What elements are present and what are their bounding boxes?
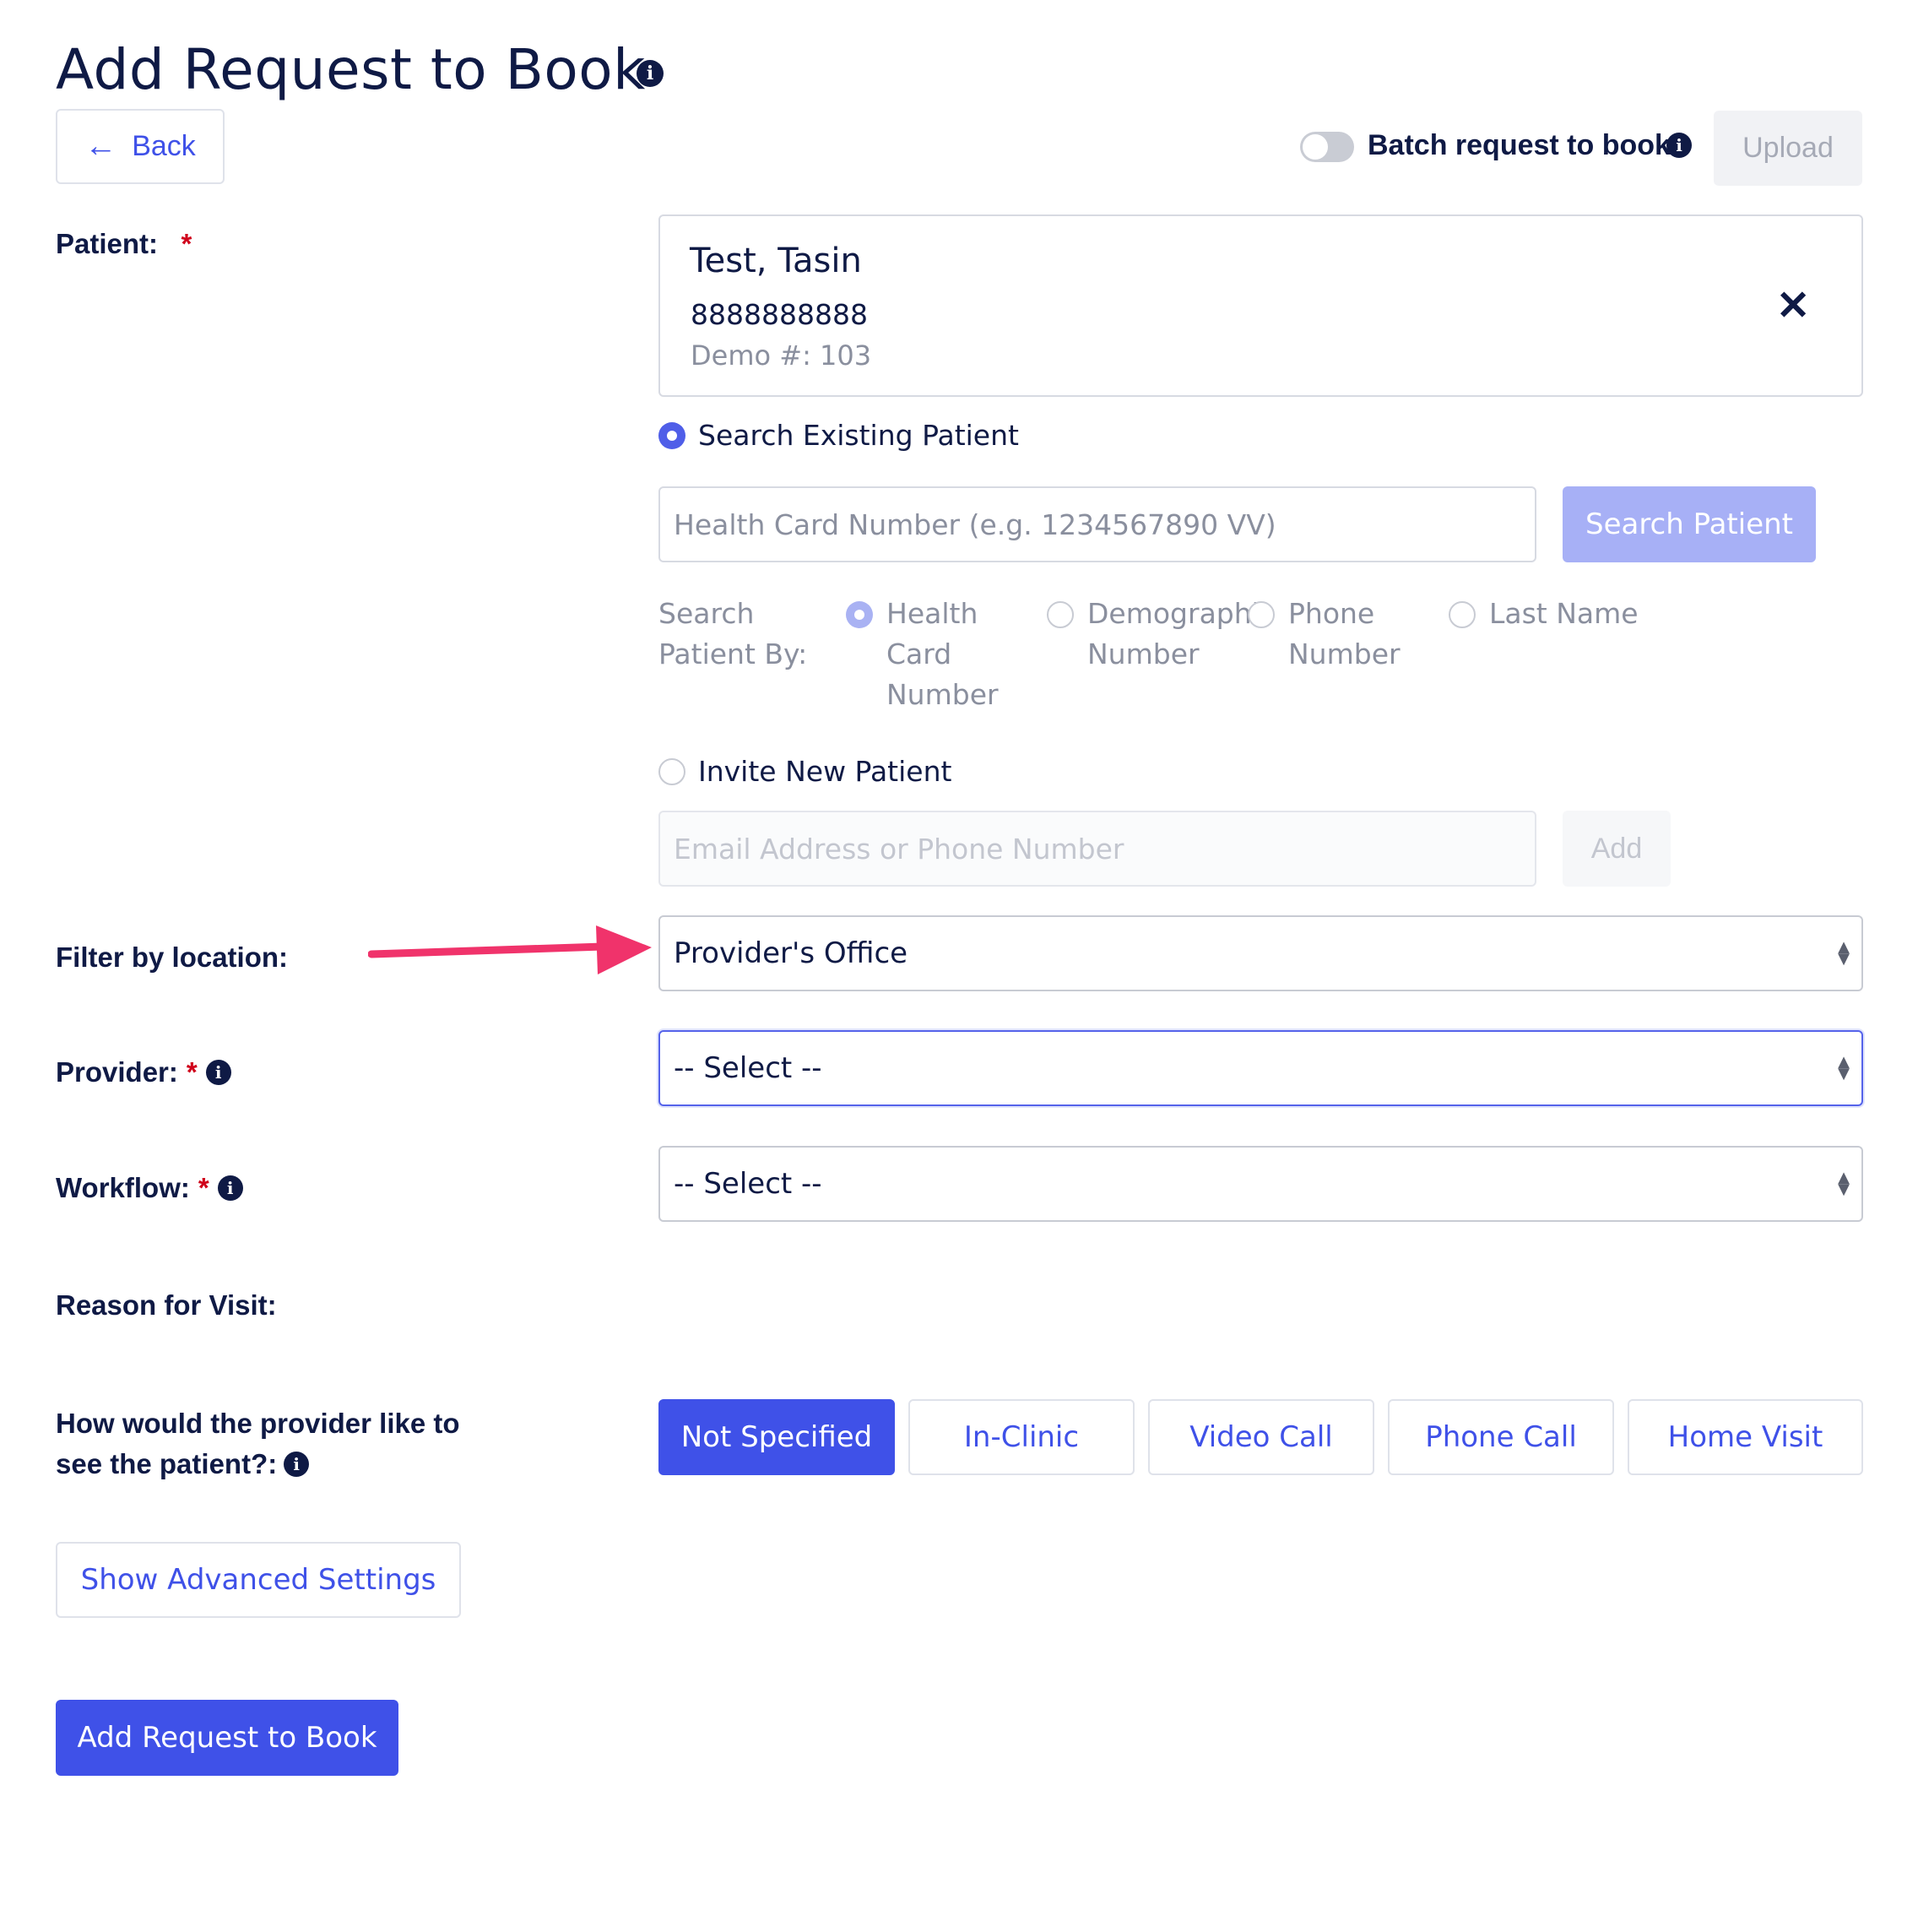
search-existing-label: Search Existing Patient — [698, 419, 1019, 452]
health-card-search-input[interactable]: Health Card Number (e.g. 1234567890 VV) — [658, 486, 1536, 562]
required-marker: * — [198, 1172, 209, 1203]
add-request-button[interactable]: Add Request to Book — [56, 1700, 398, 1776]
close-icon[interactable]: ✕ — [1776, 282, 1810, 329]
back-label: Back — [132, 130, 196, 162]
required-marker: * — [186, 1056, 198, 1088]
search-patient-button[interactable]: Search Patient — [1563, 486, 1816, 562]
mode-video-call-button[interactable]: Video Call — [1148, 1399, 1374, 1475]
required-marker: * — [181, 228, 192, 259]
info-icon[interactable]: i — [217, 1175, 243, 1201]
search-by-health-card-label: Health Card Number — [886, 594, 999, 715]
reason-label: Reason for Visit: — [56, 1289, 277, 1321]
visit-mode-label-line: How would the provider like to — [56, 1408, 460, 1439]
search-by-line: Patient By: — [658, 638, 808, 670]
toggle-knob — [1303, 134, 1328, 160]
annotation-arrow — [368, 925, 652, 974]
search-by-health-card-radio[interactable] — [846, 601, 873, 628]
search-by-label: Search Patient By: — [658, 594, 807, 675]
option-line: Last Name — [1489, 597, 1639, 630]
add-invite-button[interactable]: Add — [1563, 811, 1671, 887]
patient-label: Patient: * — [56, 228, 192, 260]
provider-label-text: Provider: — [56, 1056, 178, 1088]
select-caret-icon: ▲ ▼ — [1838, 1169, 1850, 1198]
option-line: Number — [1087, 638, 1200, 670]
info-icon[interactable]: i — [1666, 133, 1692, 158]
mode-phone-call-button[interactable]: Phone Call — [1388, 1399, 1614, 1475]
mode-home-visit-button[interactable]: Home Visit — [1628, 1399, 1863, 1475]
option-line: Number — [1288, 638, 1401, 670]
mode-in-clinic-button[interactable]: In-Clinic — [908, 1399, 1135, 1475]
invite-new-patient-label: Invite New Patient — [698, 755, 952, 788]
mode-not-specified-button[interactable]: Not Specified — [658, 1399, 895, 1475]
option-line: Phone — [1288, 597, 1375, 630]
option-line: Health — [886, 597, 978, 630]
search-existing-radio[interactable] — [658, 422, 685, 449]
search-by-line: Search — [658, 597, 755, 630]
search-by-demographic-radio[interactable] — [1047, 601, 1074, 628]
location-value: Provider's Office — [674, 936, 908, 970]
search-by-last-name-label: Last Name — [1489, 594, 1639, 634]
search-by-demographic-label: Demographic Number — [1087, 594, 1256, 675]
select-caret-icon: ▲ ▼ — [1838, 938, 1850, 968]
search-by-phone-radio[interactable] — [1248, 601, 1275, 628]
option-line: Demographic — [1087, 597, 1256, 630]
visit-mode-label: How would the provider like to see the p… — [56, 1403, 460, 1484]
batch-label: Batch request to book — [1368, 129, 1671, 161]
info-icon[interactable]: i — [637, 60, 664, 87]
show-advanced-settings-button[interactable]: Show Advanced Settings — [56, 1542, 461, 1618]
page-title: Add Request to Book — [56, 37, 646, 102]
invite-new-patient-radio[interactable] — [658, 758, 685, 785]
upload-button[interactable]: Upload — [1714, 111, 1862, 186]
select-caret-icon: ▲ ▼ — [1838, 1053, 1850, 1083]
workflow-label: Workflow: * i — [56, 1172, 243, 1204]
workflow-label-text: Workflow: — [56, 1172, 190, 1203]
provider-label: Provider: * i — [56, 1056, 231, 1088]
option-line: Number — [886, 678, 999, 711]
patient-demo-number: Demo #: 103 — [691, 339, 872, 372]
patient-phone: 8888888888 — [691, 298, 868, 331]
visit-mode-label-line: see the patient?: i — [56, 1444, 460, 1484]
location-label: Filter by location: — [56, 942, 289, 973]
info-icon[interactable]: i — [205, 1060, 231, 1085]
info-icon[interactable]: i — [284, 1452, 310, 1477]
patient-name: Test, Tasin — [690, 242, 862, 280]
back-button[interactable]: ← Back — [56, 109, 225, 184]
option-line: Card — [886, 638, 952, 670]
arrow-left-icon: ← — [84, 128, 117, 164]
search-by-phone-label: Phone Number — [1288, 594, 1401, 675]
workflow-value: -- Select -- — [674, 1167, 822, 1201]
invite-contact-input[interactable]: Email Address or Phone Number — [658, 811, 1536, 887]
workflow-select[interactable]: -- Select -- ▲ ▼ — [658, 1146, 1863, 1222]
patient-label-text: Patient: — [56, 228, 159, 259]
provider-select[interactable]: -- Select -- ▲ ▼ — [658, 1030, 1863, 1106]
location-select[interactable]: Provider's Office ▲ ▼ — [658, 915, 1863, 991]
provider-value: -- Select -- — [674, 1051, 822, 1085]
visit-mode-label-text: see the patient?: — [56, 1448, 278, 1479]
search-by-last-name-radio[interactable] — [1449, 601, 1476, 628]
